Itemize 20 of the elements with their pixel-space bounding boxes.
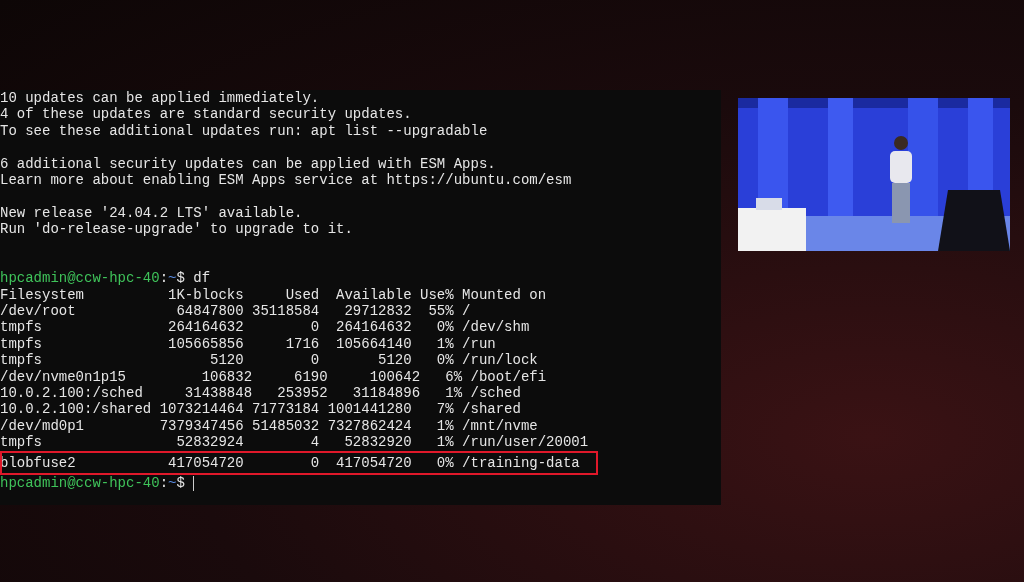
- terminal-line: tmpfs 5120 0 5120 0% /run/lock: [0, 352, 538, 369]
- terminal-line: 4 of these updates are standard security updates.: [0, 106, 412, 123]
- terminal-line: Filesystem 1K-blocks Used Available Use% Mounted on: [0, 286, 547, 303]
- terminal-line: tmpfs 105665856 1716 105664140 1% /run: [0, 335, 496, 352]
- terminal-line: Run 'do-release-upgrade' to upgrade to it.: [0, 221, 353, 238]
- terminal-line: 10.0.2.100:/sched 31438848 253952 31184896 1% /sched: [0, 385, 521, 402]
- terminal-line: To see these additional updates run: apt list --upgradable: [0, 122, 488, 139]
- terminal-line: /dev/md0p1 7379347456 51485032 7327862424 1% /mnt/nvme: [0, 417, 538, 434]
- prompt-line: hpcadmin@ccw-hpc-40:~$: [0, 475, 186, 492]
- terminal-line: 6 additional security updates can be applied with ESM Apps.: [0, 155, 496, 172]
- terminal-line: tmpfs 52832924 4 52832920 1% /run/user/20001: [0, 434, 589, 451]
- terminal-line: 10.0.2.100:/shared 1073214464 71773184 1001441280 7% /shared: [0, 401, 521, 418]
- terminal-line: Learn more about enabling ESM Apps service at https://ubuntu.com/esm: [0, 171, 572, 188]
- terminal-line: /dev/root 64847800 35118584 29712832 55% /: [0, 303, 471, 320]
- terminal-line: 10 updates can be applied immediately.: [0, 90, 320, 106]
- terminal-line: /dev/nvme0n1p15 106832 6190 100642 6% /boot/efi: [0, 368, 547, 385]
- terminal-line: New release '24.04.2 LTS' available.: [0, 204, 303, 221]
- terminal-line: tmpfs 264164632 0 264164632 0% /dev/shm: [0, 319, 530, 336]
- prompt-line: hpcadmin@ccw-hpc-40:~$ df: [0, 270, 211, 287]
- terminal-line: blobfuse2 417054720 0 417054720 0% /training-data: [0, 454, 580, 471]
